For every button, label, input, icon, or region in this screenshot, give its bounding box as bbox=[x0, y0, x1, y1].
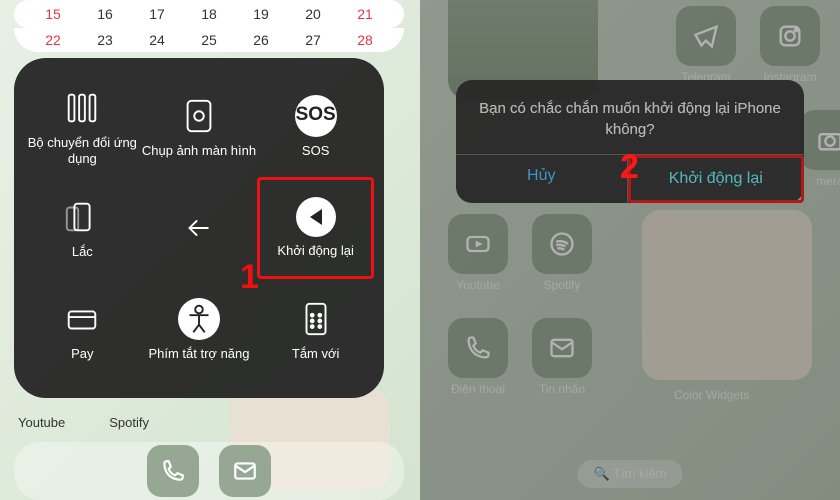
dialog-message: Bạn có chắc chắn muốn khởi động lại iPho… bbox=[456, 80, 804, 154]
label: SOS bbox=[302, 143, 329, 159]
calculator-icon bbox=[295, 298, 337, 340]
search-pill[interactable]: 🔍 Tìm kiếm bbox=[577, 460, 682, 488]
app-row-left: Youtube Spotify bbox=[18, 415, 149, 430]
app-row-bottom: Điện thoại Tin nhắn bbox=[448, 318, 592, 396]
label: Spotify bbox=[544, 278, 581, 292]
accessibility-icon bbox=[178, 298, 220, 340]
cal-day: 22 bbox=[41, 32, 65, 48]
spotify-app[interactable]: Spotify bbox=[532, 214, 592, 292]
cal-day: 18 bbox=[197, 6, 221, 22]
screen-right: Telegram Instagram mera Youtube Spotify … bbox=[420, 0, 840, 500]
cal-day: 15 bbox=[41, 6, 65, 22]
label: Lắc bbox=[72, 244, 93, 260]
assistive-touch-panel: Bộ chuyển đổi ứng dụng Chụp ảnh màn hình… bbox=[14, 58, 384, 398]
cal-day: 24 bbox=[145, 32, 169, 48]
app-row-top: Telegram Instagram bbox=[676, 6, 820, 84]
telegram-app[interactable]: Telegram bbox=[676, 6, 736, 84]
step-badge-2: 2 bbox=[620, 148, 639, 187]
restart-button[interactable]: Khởi động lại bbox=[257, 177, 374, 278]
screen-left: 15 16 17 18 19 20 21 22 23 24 25 26 27 2… bbox=[0, 0, 420, 500]
cal-day: 21 bbox=[353, 6, 377, 22]
step-badge-1: 1 bbox=[240, 258, 259, 297]
cal-day: 19 bbox=[249, 6, 273, 22]
app-switcher-icon bbox=[61, 87, 103, 129]
calendar-row-2: 22 23 24 25 26 27 28 bbox=[14, 28, 404, 52]
sos-button[interactable]: SOS SOS bbox=[257, 76, 374, 177]
search-label: Tìm kiếm bbox=[613, 466, 666, 481]
label: Khởi động lại bbox=[277, 243, 353, 259]
instagram-app[interactable]: Instagram bbox=[760, 6, 820, 84]
confirm-restart-button[interactable]: Khởi động lại bbox=[628, 155, 805, 203]
mail-app[interactable] bbox=[219, 445, 271, 497]
sos-icon: SOS bbox=[295, 95, 337, 137]
label: Phím tắt trợ năng bbox=[148, 346, 249, 362]
cal-day: 16 bbox=[93, 6, 117, 22]
shake-button[interactable]: Lắc bbox=[24, 177, 141, 278]
label: Youtube bbox=[456, 278, 500, 292]
app-switcher-button[interactable]: Bộ chuyển đổi ứng dụng bbox=[24, 76, 141, 177]
color-widgets-widget[interactable] bbox=[642, 210, 812, 380]
cal-day: 26 bbox=[249, 32, 273, 48]
label: Chụp ảnh màn hình bbox=[142, 143, 256, 159]
cal-day: 17 bbox=[145, 6, 169, 22]
label: Pay bbox=[71, 346, 93, 362]
spotify-label: Spotify bbox=[109, 415, 149, 430]
cal-day: 20 bbox=[301, 6, 325, 22]
youtube-label: Youtube bbox=[18, 415, 65, 430]
cancel-button[interactable]: Hủy bbox=[456, 155, 628, 203]
cal-day: 27 bbox=[301, 32, 325, 48]
search-icon: 🔍 bbox=[593, 466, 613, 481]
app-row-mid: Youtube Spotify bbox=[448, 214, 592, 292]
label: Tin nhắn bbox=[539, 382, 585, 396]
apple-pay-button[interactable]: Pay bbox=[24, 279, 141, 380]
phone-app[interactable]: Điện thoại bbox=[448, 318, 508, 396]
label: Điện thoại bbox=[451, 382, 505, 396]
dim-button[interactable]: Tắm với bbox=[257, 279, 374, 380]
camera-app[interactable]: mera bbox=[800, 110, 840, 188]
wallet-icon bbox=[61, 298, 103, 340]
youtube-app[interactable]: Youtube bbox=[448, 214, 508, 292]
restart-icon bbox=[296, 197, 336, 237]
label: mera bbox=[816, 174, 840, 188]
dock bbox=[14, 442, 404, 500]
screenshot-icon bbox=[178, 95, 220, 137]
phone-app[interactable] bbox=[147, 445, 199, 497]
cal-day: 23 bbox=[93, 32, 117, 48]
screenshot-button[interactable]: Chụp ảnh màn hình bbox=[141, 76, 258, 177]
shake-icon bbox=[61, 196, 103, 238]
calendar-row-1: 15 16 17 18 19 20 21 bbox=[14, 0, 404, 28]
label: Tắm với bbox=[292, 346, 340, 362]
label: Bộ chuyển đổi ứng dụng bbox=[24, 135, 141, 166]
messages-app[interactable]: Tin nhắn bbox=[532, 318, 592, 396]
cal-day: 25 bbox=[197, 32, 221, 48]
color-widgets-label: Color Widgets bbox=[674, 388, 749, 402]
cal-day: 28 bbox=[353, 32, 377, 48]
arrow-left-icon bbox=[178, 207, 220, 249]
